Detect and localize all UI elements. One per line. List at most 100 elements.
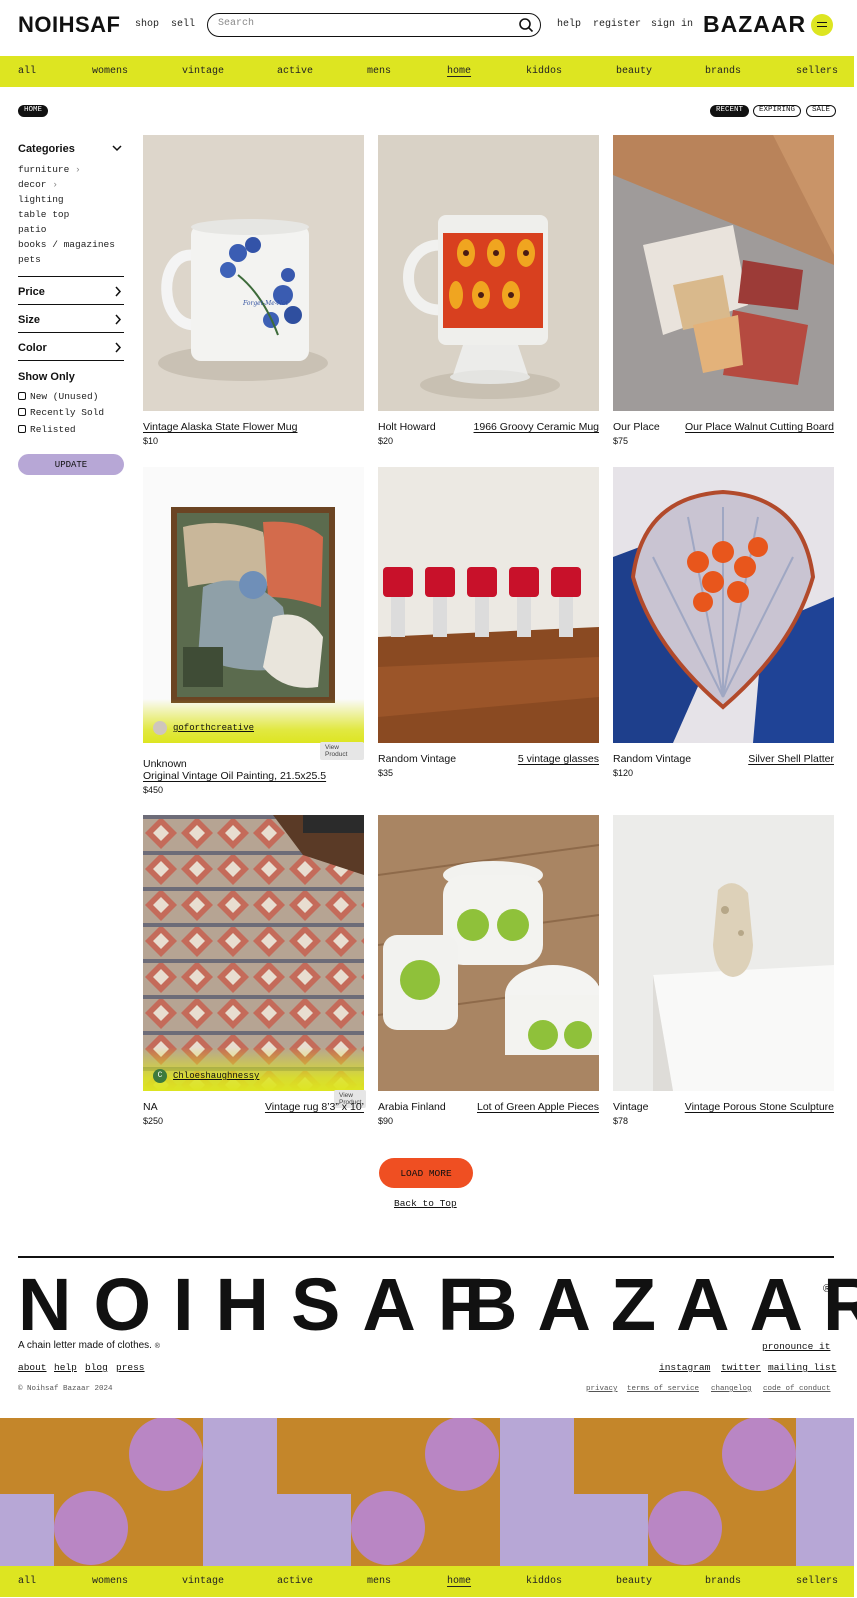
checkbox[interactable] — [18, 425, 26, 433]
product-image-stone-sculpture[interactable] — [613, 815, 834, 1091]
chevron-right-icon[interactable] — [114, 286, 122, 297]
product-seller[interactable]: Random Vintage — [613, 753, 691, 765]
nav-sellers[interactable]: sellers — [796, 66, 838, 77]
category-furniture[interactable]: furniture › — [18, 164, 81, 175]
product-title[interactable]: Our Place Walnut Cutting Board — [685, 421, 834, 433]
product-image-shell-platter[interactable] — [613, 467, 834, 743]
bazaar-logo[interactable]: BAZAAR — [703, 11, 806, 38]
footer-changelog[interactable]: changelog — [711, 1385, 752, 1393]
help-link[interactable]: help — [557, 19, 581, 30]
footer-blog[interactable]: blog — [85, 1362, 108, 1373]
nav-brands[interactable]: brands — [705, 1576, 741, 1587]
chevron-right-icon[interactable] — [114, 314, 122, 325]
nav-sellers[interactable]: sellers — [796, 1576, 838, 1587]
nav-beauty[interactable]: beauty — [616, 66, 652, 77]
nav-mens[interactable]: mens — [367, 66, 391, 77]
sell-link[interactable]: sell — [171, 19, 195, 30]
filter-relisted[interactable]: Relisted — [18, 424, 76, 435]
sort-sale[interactable]: SALE — [806, 105, 837, 117]
noihsaf-logo[interactable]: NOIHSAF — [18, 12, 121, 38]
product-title[interactable]: Silver Shell Platter — [748, 753, 834, 765]
footer-help[interactable]: help — [54, 1362, 77, 1373]
footer-press[interactable]: press — [116, 1362, 145, 1373]
sort-recent[interactable]: RECENT — [710, 105, 750, 117]
nav-womens[interactable]: womens — [92, 66, 128, 77]
product-seller[interactable]: Holt Howard — [378, 421, 436, 433]
product-seller[interactable]: Unknown — [143, 758, 187, 770]
product-title[interactable]: 5 vintage glasses — [518, 753, 599, 765]
product-image-cutting-board[interactable] — [613, 135, 834, 411]
footer-privacy[interactable]: privacy — [586, 1385, 618, 1393]
product-seller[interactable]: Our Place — [613, 421, 660, 433]
back-to-top-link[interactable]: Back to Top — [394, 1198, 457, 1209]
nav-brands[interactable]: brands — [705, 66, 741, 77]
categories-heading[interactable]: Categories — [18, 143, 75, 155]
nav-vintage[interactable]: vintage — [182, 1576, 224, 1587]
pronounce-link[interactable]: pronounce it — [762, 1341, 830, 1352]
product-image-glasses[interactable] — [378, 467, 599, 743]
product-seller[interactable]: Arabia Finland — [378, 1101, 446, 1113]
search-box[interactable] — [207, 13, 541, 37]
product-image-ceramic-mug[interactable] — [378, 135, 599, 411]
category-lighting[interactable]: lighting — [18, 194, 64, 205]
shop-link[interactable]: shop — [135, 19, 159, 30]
product-seller[interactable]: Random Vintage — [378, 753, 456, 765]
load-more-button[interactable]: LOAD MORE — [379, 1158, 473, 1188]
search-icon[interactable] — [518, 17, 534, 33]
nav-kiddos[interactable]: kiddos — [526, 1576, 562, 1587]
product-image-green-apple[interactable] — [378, 815, 599, 1091]
nav-all[interactable]: all — [18, 1576, 36, 1587]
product-title[interactable]: Original Vintage Oil Painting, 21.5x25.5 — [143, 770, 326, 782]
size-filter[interactable]: Size — [18, 314, 40, 326]
view-product-tag[interactable]: View Product — [320, 742, 364, 760]
chevron-right-icon[interactable] — [114, 342, 122, 353]
filter-new-unused[interactable]: New (Unused) — [18, 391, 98, 402]
menu-icon[interactable] — [811, 14, 833, 36]
category-table-top[interactable]: table top — [18, 209, 69, 220]
seller-username[interactable]: goforthcreative — [153, 721, 254, 735]
search-input[interactable] — [218, 18, 498, 29]
checkbox[interactable] — [18, 408, 26, 416]
product-title[interactable]: Vintage Porous Stone Sculpture — [685, 1101, 834, 1113]
nav-home[interactable]: home — [447, 1576, 471, 1587]
nav-vintage[interactable]: vintage — [182, 66, 224, 77]
price-filter[interactable]: Price — [18, 286, 45, 298]
breadcrumb[interactable]: HOME — [18, 105, 49, 117]
footer-twitter[interactable]: twitter — [721, 1362, 761, 1373]
nav-mens[interactable]: mens — [367, 1576, 391, 1587]
nav-beauty[interactable]: beauty — [616, 1576, 652, 1587]
product-image-oil-painting[interactable]: goforthcreative — [143, 467, 364, 743]
footer-mailing-list[interactable]: mailing list — [768, 1362, 836, 1373]
register-link[interactable]: register — [593, 19, 641, 30]
product-image-rug[interactable]: C Chloeshaughnessy — [143, 815, 364, 1091]
category-decor[interactable]: decor › — [18, 179, 58, 190]
sort-expiring[interactable]: EXPIRING — [753, 105, 802, 117]
footer-terms[interactable]: terms of service — [627, 1385, 699, 1393]
product-title[interactable]: 1966 Groovy Ceramic Mug — [474, 421, 599, 433]
nav-home[interactable]: home — [447, 66, 471, 77]
footer-code-of-conduct[interactable]: code of conduct — [763, 1385, 831, 1393]
checkbox[interactable] — [18, 392, 26, 400]
nav-womens[interactable]: womens — [92, 1576, 128, 1587]
chevron-down-icon[interactable] — [112, 144, 122, 152]
color-filter[interactable]: Color — [18, 342, 47, 354]
product-title[interactable]: Lot of Green Apple Pieces — [477, 1101, 599, 1113]
product-seller[interactable]: Vintage — [613, 1101, 648, 1113]
category-books-magazines[interactable]: books / magazines — [18, 239, 115, 250]
nav-active[interactable]: active — [277, 66, 313, 77]
product-title[interactable]: Vintage Alaska State Flower Mug — [143, 421, 297, 433]
product-title[interactable]: Vintage rug 8’3” x 10’ — [265, 1101, 364, 1113]
product-seller[interactable]: NA — [143, 1101, 158, 1113]
nav-active[interactable]: active — [277, 1576, 313, 1587]
footer-instagram[interactable]: instagram — [659, 1362, 710, 1373]
seller-username[interactable]: C Chloeshaughnessy — [153, 1069, 259, 1083]
update-button[interactable]: UPDATE — [18, 454, 124, 475]
product-image-mug[interactable]: Forget-Me-Not — [143, 135, 364, 411]
footer-about[interactable]: about — [18, 1362, 47, 1373]
nav-all[interactable]: all — [18, 66, 36, 77]
nav-kiddos[interactable]: kiddos — [526, 66, 562, 77]
sign-in-link[interactable]: sign in — [651, 19, 693, 30]
category-patio[interactable]: patio — [18, 224, 47, 235]
category-pets[interactable]: pets — [18, 254, 41, 265]
filter-recently-sold[interactable]: Recently Sold — [18, 407, 104, 418]
